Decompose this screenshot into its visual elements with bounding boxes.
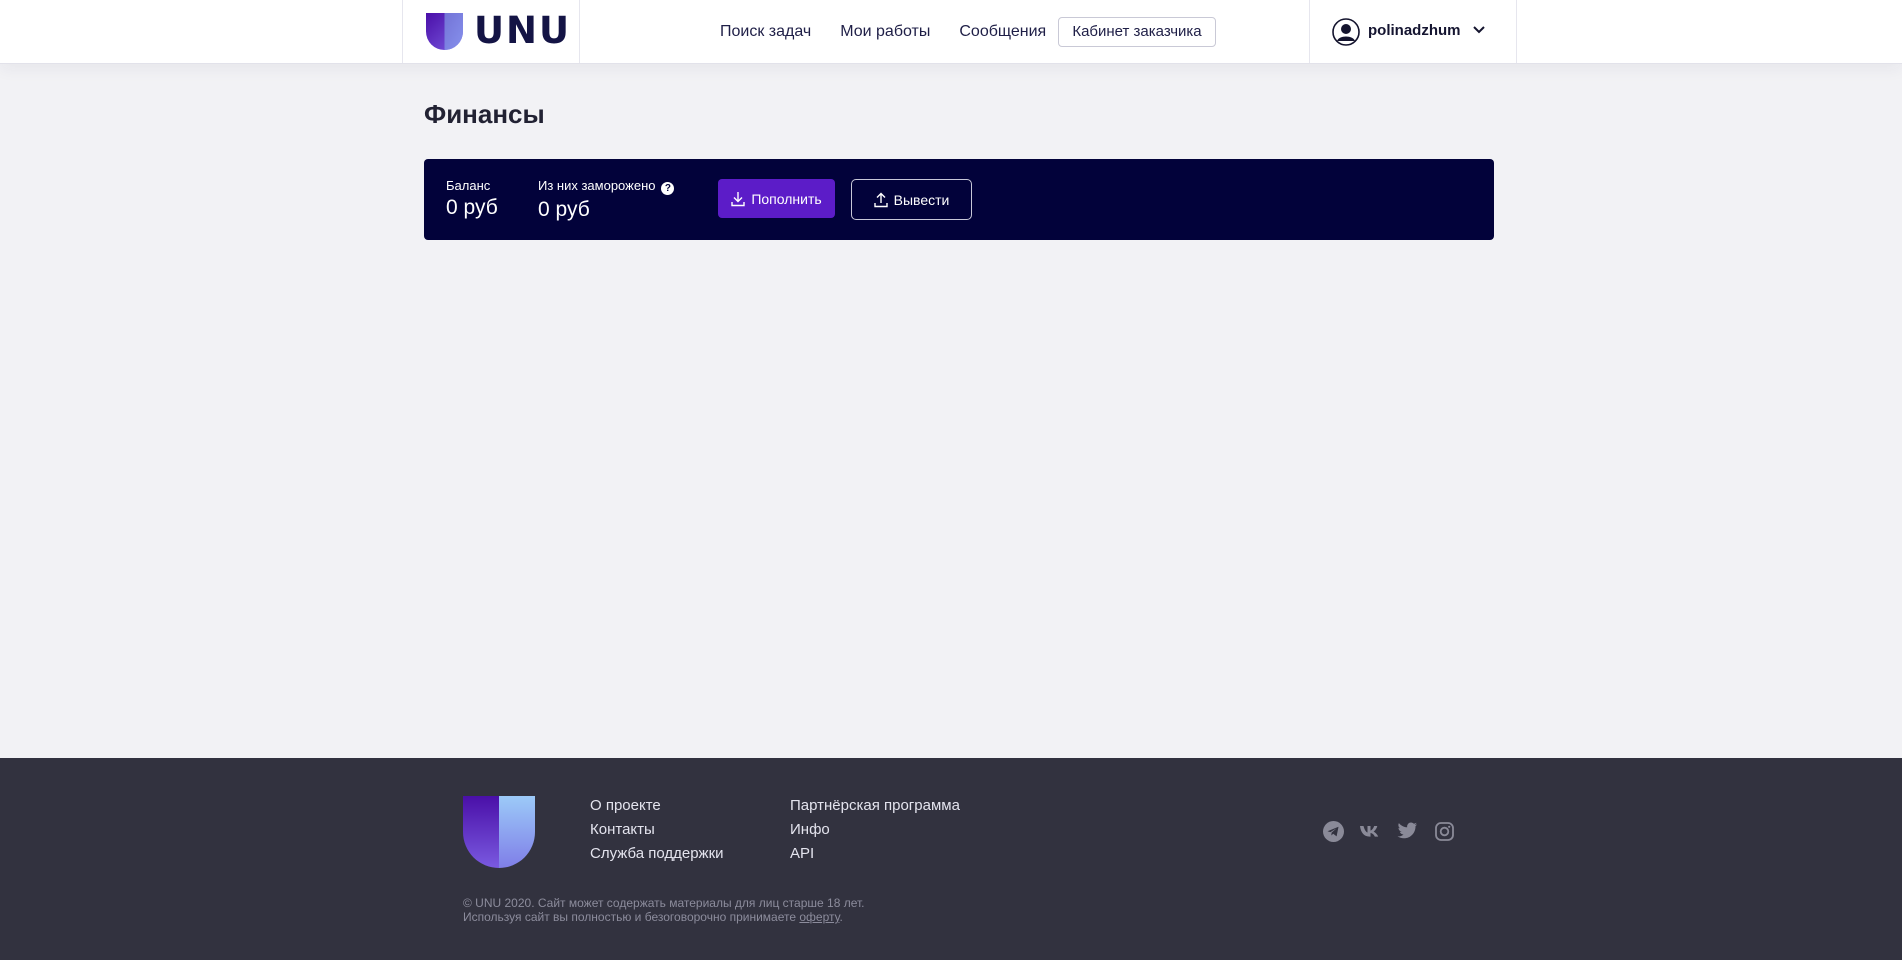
frozen-value: 0 руб	[538, 198, 590, 221]
copyright-line-2: Используя сайт вы полностью и безоговоро…	[463, 910, 797, 924]
username-label: polinadzhum	[1368, 22, 1461, 39]
frozen-label-row: Из них заморожено?	[538, 178, 675, 195]
copyright-suffix: .	[839, 910, 843, 924]
frozen-label: Из них заморожено	[538, 178, 656, 193]
header-inner: UNU Поиск задач Мои работы Сообщения Каб…	[402, 0, 1517, 63]
logo-wordmark: UNU	[474, 9, 572, 52]
logo-mark-icon	[426, 13, 463, 50]
topup-button[interactable]: Пополнить	[718, 179, 835, 218]
upload-icon	[873, 192, 888, 208]
user-menu[interactable]: polinadzhum	[1309, 0, 1517, 63]
twitter-icon[interactable]	[1396, 820, 1418, 842]
finance-panel: Баланс 0 руб Из них заморожено? 0 руб По…	[424, 159, 1494, 240]
balance-value: 0 руб	[446, 196, 498, 219]
footer-link-partner[interactable]: Партнёрская программа	[790, 794, 960, 818]
social-links	[1322, 820, 1470, 842]
avatar-icon	[1332, 18, 1360, 46]
top-header: UNU Поиск задач Мои работы Сообщения Каб…	[0, 0, 1902, 64]
footer-link-about[interactable]: О проекте	[590, 794, 724, 818]
logo-link[interactable]: UNU	[402, 0, 580, 63]
question-icon[interactable]: ?	[661, 182, 675, 195]
nav-messages[interactable]: Сообщения	[959, 23, 1046, 41]
copyright-line-1: © UNU 2020. Сайт может содержать материа…	[463, 896, 865, 910]
footer-column-2: Партнёрская программа Инфо API	[790, 794, 960, 866]
nav-my-works[interactable]: Мои работы	[840, 23, 930, 41]
footer-logo-icon[interactable]	[463, 796, 535, 868]
offer-link[interactable]: оферту	[799, 910, 839, 924]
frozen-block: Из них заморожено? 0 руб	[538, 178, 675, 223]
copyright: © UNU 2020. Сайт может содержать материа…	[463, 896, 864, 924]
vk-icon[interactable]	[1359, 820, 1381, 842]
chevron-down-icon	[1473, 26, 1485, 34]
withdraw-button[interactable]: Вывести	[851, 179, 972, 220]
balance-block: Баланс 0 руб	[446, 178, 498, 221]
main-nav: Поиск задач Мои работы Сообщения	[720, 0, 1075, 63]
footer-column-1: О проекте Контакты Служба поддержки	[590, 794, 724, 866]
footer: О проекте Контакты Служба поддержки Парт…	[0, 758, 1902, 960]
download-icon	[731, 191, 746, 207]
topup-label: Пополнить	[751, 190, 822, 207]
telegram-icon[interactable]	[1322, 820, 1344, 842]
instagram-icon[interactable]	[1433, 820, 1455, 842]
footer-link-info[interactable]: Инфо	[790, 818, 960, 842]
withdraw-label: Вывести	[893, 191, 950, 208]
customer-cabinet-button[interactable]: Кабинет заказчика	[1058, 17, 1216, 47]
footer-link-api[interactable]: API	[790, 842, 960, 866]
page-title: Финансы	[424, 99, 545, 129]
balance-label: Баланс	[446, 178, 491, 193]
copyright-line-2-row: Используя сайт вы полностью и безоговоро…	[463, 910, 864, 924]
footer-link-contacts[interactable]: Контакты	[590, 818, 724, 842]
nav-search-tasks[interactable]: Поиск задач	[720, 23, 811, 41]
footer-link-support[interactable]: Служба поддержки	[590, 842, 724, 866]
